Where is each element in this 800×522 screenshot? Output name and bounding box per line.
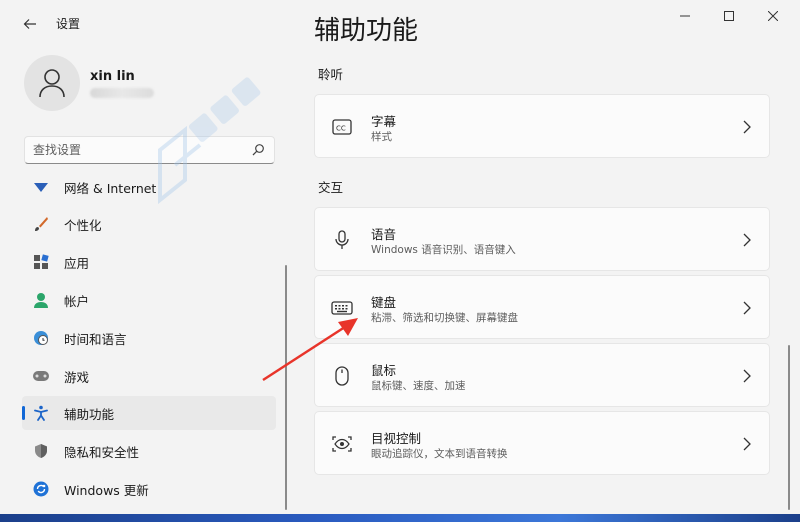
maximize-icon bbox=[724, 11, 734, 21]
active-indicator bbox=[22, 406, 25, 420]
chevron-right-icon bbox=[743, 301, 751, 315]
chevron-right-icon bbox=[743, 120, 751, 134]
sidebar-scrollbar[interactable] bbox=[285, 265, 287, 510]
minimize-button[interactable] bbox=[662, 0, 708, 32]
main-scrollbar[interactable] bbox=[788, 345, 790, 510]
card-title: 语音 bbox=[371, 227, 397, 242]
sidebar-item-label: 游戏 bbox=[64, 369, 90, 385]
card-keyboard[interactable]: 键盘 粘滞、筛选和切换键、屏幕键盘 bbox=[314, 275, 770, 339]
globe-clock-icon bbox=[32, 329, 50, 347]
back-button[interactable] bbox=[18, 12, 42, 36]
sidebar-item-label: 个性化 bbox=[64, 217, 102, 233]
minimize-icon bbox=[680, 15, 690, 17]
captions-icon: CC bbox=[331, 116, 353, 138]
sidebar-item-privacy-security[interactable]: 隐私和安全性 bbox=[22, 434, 276, 468]
maximize-button[interactable] bbox=[706, 0, 752, 32]
sidebar-item-label: 帐户 bbox=[64, 293, 90, 309]
section-label-hearing: 聆听 bbox=[318, 67, 344, 82]
shield-icon bbox=[32, 442, 50, 460]
keyboard-icon bbox=[331, 297, 353, 319]
sidebar-item-label: Windows 更新 bbox=[64, 482, 149, 498]
search-input[interactable] bbox=[33, 141, 243, 159]
card-captions[interactable]: CC 字幕 样式 bbox=[314, 94, 770, 158]
close-icon bbox=[768, 11, 778, 21]
card-subtitle: 眼动追踪仪，文本到语音转换 bbox=[371, 448, 508, 460]
search-icon[interactable] bbox=[250, 142, 266, 158]
card-mouse[interactable]: 鼠标 鼠标键、速度、加速 bbox=[314, 343, 770, 407]
update-icon bbox=[32, 480, 50, 498]
chevron-right-icon bbox=[743, 369, 751, 383]
sidebar-item-gaming[interactable]: 游戏 bbox=[22, 359, 276, 393]
account-icon bbox=[32, 291, 50, 309]
apps-icon bbox=[32, 253, 50, 271]
user-email-blurred bbox=[90, 88, 154, 98]
card-subtitle: Windows 语音识别、语音键入 bbox=[371, 244, 516, 256]
card-speech[interactable]: 语音 Windows 语音识别、语音键入 bbox=[314, 207, 770, 271]
close-button[interactable] bbox=[750, 0, 796, 32]
sidebar-item-network[interactable]: 网络 & Internet bbox=[22, 170, 276, 204]
sidebar-item-personalization[interactable]: 个性化 bbox=[22, 207, 276, 241]
sidebar-item-label: 隐私和安全性 bbox=[64, 444, 140, 460]
sidebar-item-label: 时间和语言 bbox=[64, 331, 127, 347]
card-title: 键盘 bbox=[371, 295, 397, 310]
network-icon bbox=[32, 178, 50, 196]
person-icon bbox=[39, 69, 65, 98]
user-name: xin lin bbox=[90, 69, 135, 84]
accessibility-icon bbox=[32, 404, 50, 422]
gamepad-icon bbox=[32, 367, 50, 385]
card-title: 鼠标 bbox=[371, 363, 397, 378]
page-title: 辅助功能 bbox=[314, 16, 419, 46]
card-title: 字幕 bbox=[371, 114, 397, 129]
chevron-right-icon bbox=[743, 233, 751, 247]
sidebar-item-apps[interactable]: 应用 bbox=[22, 245, 276, 279]
eye-control-icon bbox=[331, 433, 353, 455]
desktop-background bbox=[0, 514, 800, 522]
mouse-icon bbox=[331, 365, 353, 387]
card-title: 目视控制 bbox=[371, 431, 422, 446]
search-box[interactable] bbox=[24, 136, 275, 164]
card-subtitle: 样式 bbox=[371, 131, 392, 143]
sidebar-item-accessibility[interactable]: 辅助功能 bbox=[22, 396, 276, 430]
chevron-right-icon bbox=[743, 437, 751, 451]
sidebar-item-label: 辅助功能 bbox=[64, 406, 115, 422]
svg-text:CC: CC bbox=[336, 125, 346, 133]
card-subtitle: 鼠标键、速度、加速 bbox=[371, 380, 466, 392]
card-subtitle: 粘滞、筛选和切换键、屏幕键盘 bbox=[371, 312, 518, 324]
back-arrow-icon bbox=[23, 19, 36, 29]
sidebar-item-time-language[interactable]: 时间和语言 bbox=[22, 321, 276, 355]
sidebar-item-label: 应用 bbox=[64, 255, 90, 271]
settings-window: 设置 xin lin 网络 & Internet bbox=[0, 0, 800, 514]
app-title: 设置 bbox=[56, 17, 81, 31]
sidebar-item-accounts[interactable]: 帐户 bbox=[22, 283, 276, 317]
sidebar-item-windows-update[interactable]: Windows 更新 bbox=[22, 472, 276, 506]
section-label-interaction: 交互 bbox=[318, 180, 344, 195]
sidebar-item-label: 网络 & Internet bbox=[64, 180, 157, 196]
microphone-icon bbox=[331, 229, 353, 251]
card-eye-control[interactable]: 目视控制 眼动追踪仪，文本到语音转换 bbox=[314, 411, 770, 475]
brush-icon bbox=[32, 215, 50, 233]
avatar[interactable] bbox=[24, 55, 80, 111]
